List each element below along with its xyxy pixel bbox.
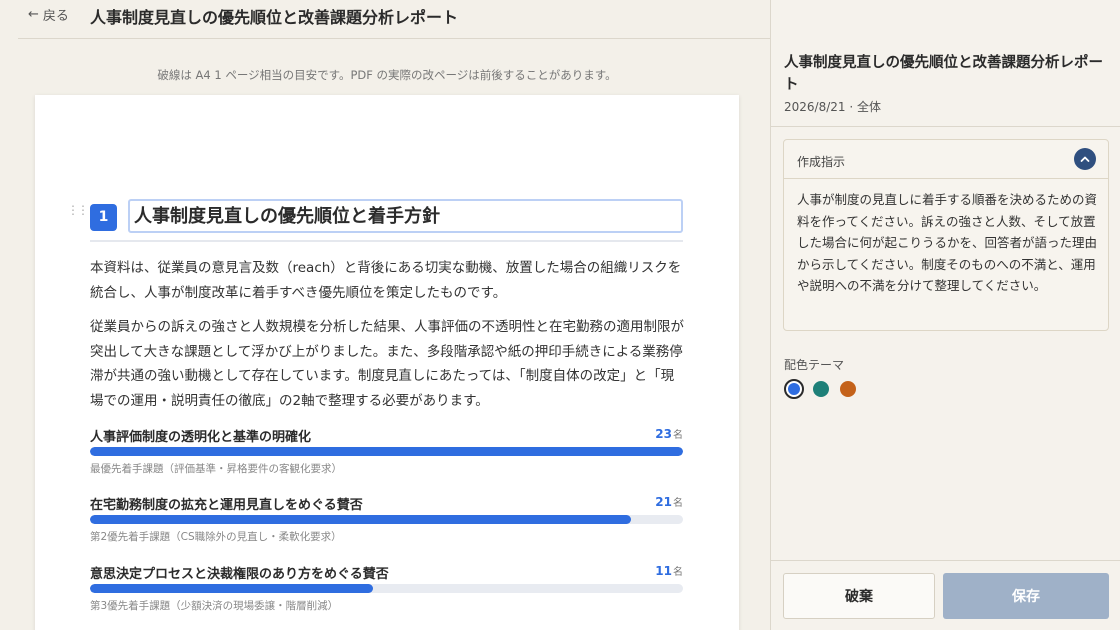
page-break-hint: 破線は A4 1 ページ相当の目安です。PDF の実際の改ページは前後することが… [157,68,617,82]
theme-swatch-blue[interactable] [784,379,804,399]
theme-swatch-teal[interactable] [813,381,829,397]
bar-caption: 第3優先着手課題（少額決済の現場委譲・階層削減） [90,600,339,612]
bar-caption: 第2優先着手課題（CS職除外の見直し・柔軟化要求） [90,531,342,543]
settings-sidebar: 人事制度見直しの優先順位と改善課題分析レポート 2026/8/21 · 全体 作… [770,0,1120,630]
instructions-text[interactable]: 人事が制度の見直しに着手する順番を決めるための資料を作ってください。訴えの強さと… [797,189,1101,297]
bar-count: 21名 [655,495,683,509]
footer-divider [771,560,1120,561]
theme-swatch-orange[interactable] [840,381,856,397]
bar-label: 人事評価制度の透明化と基準の明確化 [90,430,312,445]
page-title: 人事制度見直しの優先順位と改善課題分析レポート [90,8,459,27]
section-paragraph[interactable]: 従業員からの訴えの強さと人数規模を分析した結果、人事評価の不透明性と在宅勤務の適… [90,315,685,413]
instructions-card: 作成指示 人事が制度の見直しに着手する順番を決めるための資料を作ってください。訴… [783,139,1109,331]
sidebar-divider [771,126,1120,127]
priority-bar-item: 人事評価制度の透明化と基準の明確化 23名 最優先着手課題（評価基準・昇格要件の… [90,426,683,475]
bar-track [90,515,683,524]
sidebar-report-title: 人事制度見直しの優先順位と改善課題分析レポート [784,55,1103,93]
arrow-left-icon: ← [28,6,39,22]
section-number-badge: 1 [90,204,117,231]
bar-caption: 最優先着手課題（評価基準・昇格要件の客観化要求） [90,463,342,475]
chevron-up-icon [1080,156,1090,162]
section-title-input[interactable]: 人事制度見直しの優先順位と着手方針 [128,199,683,233]
priority-bar-item: 在宅勤務制度の拡充と運用見直しをめぐる賛否 21名 第2優先着手課題（CS職除外… [90,494,683,543]
back-label: 戻る [42,8,69,24]
collapse-button[interactable] [1074,148,1096,170]
instructions-label: 作成指示 [797,155,846,169]
top-bar: ← 戻る 人事制度見直しの優先順位と改善課題分析レポート [0,0,770,38]
back-link[interactable]: ← 戻る [28,5,69,24]
bar-label: 在宅勤務制度の拡充と運用見直しをめぐる賛否 [90,498,363,513]
bar-track [90,447,683,456]
save-button[interactable]: 保存 [943,573,1109,619]
section-divider [90,240,683,242]
bar-fill [90,584,374,593]
bar-track [90,584,683,593]
instructions-header[interactable]: 作成指示 [784,140,1108,179]
drag-handle-icon[interactable]: ⋮⋮ [67,203,89,217]
header-divider [18,38,770,39]
bar-count: 11名 [655,564,683,578]
color-theme-label: 配色テーマ [784,358,845,372]
document-page: ⋮⋮ 1 人事制度見直しの優先順位と着手方針 本資料は、従業員の意見言及数（re… [35,95,739,630]
bar-count: 23名 [655,427,683,441]
bar-fill [90,447,683,456]
bar-fill [90,515,632,524]
priority-bar-item: 意思決定プロセスと決裁権限のあり方をめぐる賛否 11名 第3優先着手課題（少額決… [90,563,683,612]
bar-label: 意思決定プロセスと決裁権限のあり方をめぐる賛否 [90,567,389,582]
report-meta: 2026/8/21 · 全体 [784,100,881,114]
discard-button[interactable]: 破棄 [783,573,935,619]
section-paragraph[interactable]: 本資料は、従業員の意見言及数（reach）と背後にある切実な動機、放置した場合の… [90,256,685,305]
